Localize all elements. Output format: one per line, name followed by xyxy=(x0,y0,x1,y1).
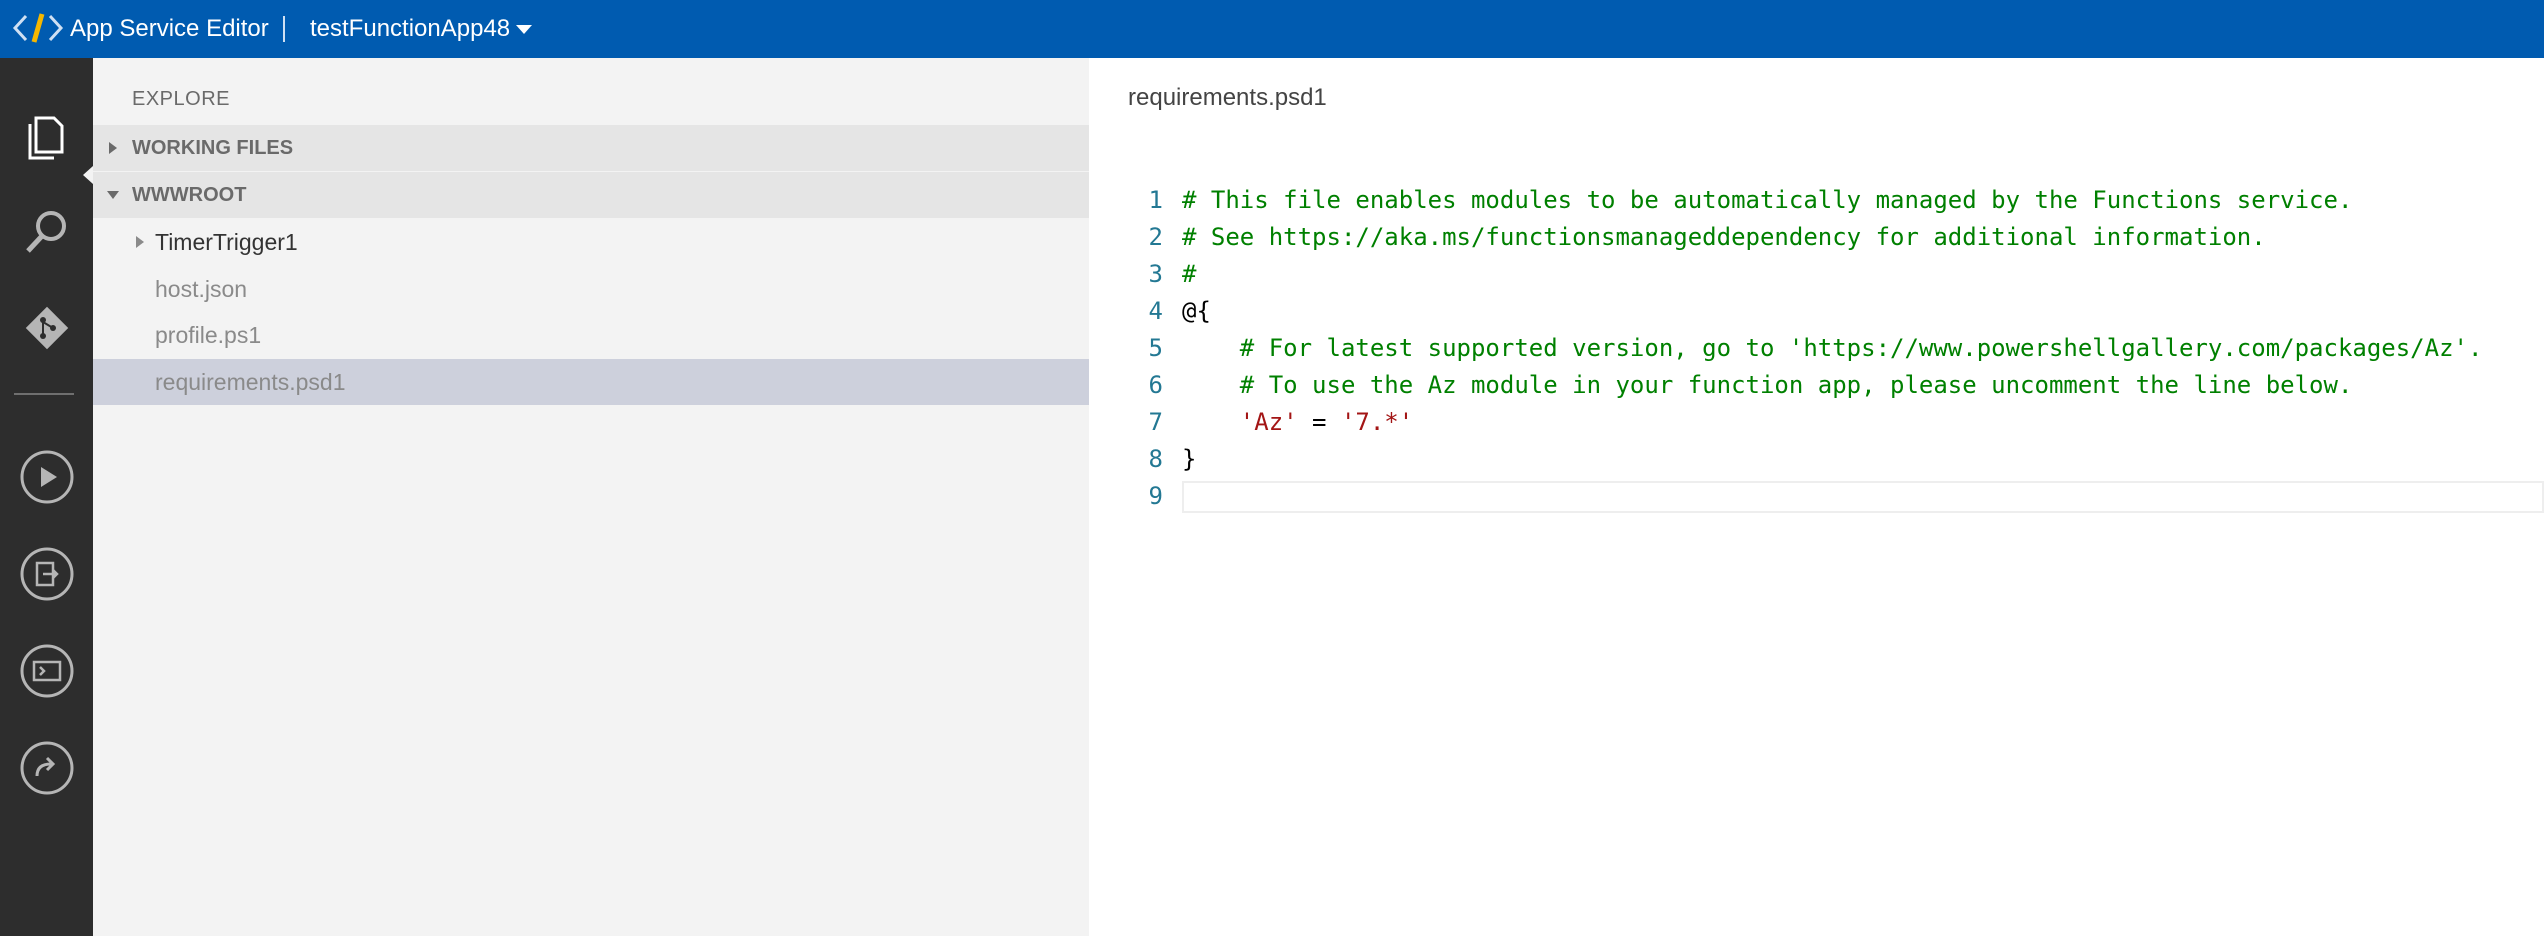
code-operator: = xyxy=(1297,408,1341,436)
line-number: 9 xyxy=(1148,482,1163,510)
working-files-header[interactable]: WORKING FILES xyxy=(93,125,1089,171)
string-literal: 'Az' xyxy=(1239,408,1298,436)
tree-item-label: host.json xyxy=(155,276,248,302)
code-editor[interactable]: requirements.psd1 1 # This file enables … xyxy=(1089,58,2544,936)
app-title: App Service Editor xyxy=(70,15,269,42)
code-line[interactable]: 4 @{ xyxy=(1089,295,2544,332)
activity-bar xyxy=(0,58,93,936)
code-line[interactable]: 5 # For latest supported version, go to … xyxy=(1089,332,2544,369)
console-button[interactable] xyxy=(0,633,93,709)
wwwroot-header[interactable]: WWWROOT xyxy=(93,172,1089,218)
tree-item-requirements-psd1[interactable]: requirements.psd1 xyxy=(93,359,1089,405)
files-icon xyxy=(28,116,63,160)
active-view-indicator xyxy=(83,166,93,184)
code-line[interactable]: 6 # To use the Az module in your functio… xyxy=(1089,369,2544,406)
line-number: 5 xyxy=(1148,334,1163,362)
code-text: @{ xyxy=(1182,297,1211,325)
line-number: 6 xyxy=(1148,371,1163,399)
editor-file-title: requirements.psd1 xyxy=(1128,84,1327,111)
tree-item-label: requirements.psd1 xyxy=(155,369,346,395)
code-text: # This file enables modules to be automa… xyxy=(1182,186,2353,214)
console-icon xyxy=(20,644,73,698)
code-line[interactable]: 2 # See https://aka.ms/functionsmanagedd… xyxy=(1089,221,2544,258)
code-text: 'Az' = '7.*' xyxy=(1182,404,1413,441)
tree-item-host-json[interactable]: host.json xyxy=(93,266,1089,312)
code-line[interactable]: 7 'Az' = '7.*' xyxy=(1089,406,2544,443)
chevron-right-icon xyxy=(109,142,117,154)
code-line[interactable]: 8 } xyxy=(1089,443,2544,480)
tree-item-label: TimerTrigger1 xyxy=(155,229,298,255)
code-text: # For latest supported version, go to 'h… xyxy=(1182,334,2483,362)
site-selector[interactable]: testFunctionApp48 xyxy=(310,0,510,58)
code-text: # See https://aka.ms/functionsmanageddep… xyxy=(1182,223,2266,251)
string-literal: '7.*' xyxy=(1340,408,1414,436)
output-icon xyxy=(20,547,73,601)
line-number: 1 xyxy=(1148,186,1163,214)
chevron-down-icon[interactable] xyxy=(516,25,532,34)
git-icon xyxy=(25,306,68,350)
run-icon xyxy=(20,450,73,504)
git-button[interactable] xyxy=(0,290,93,366)
code-line[interactable]: 3 # xyxy=(1089,258,2544,295)
line-number: 3 xyxy=(1148,260,1163,288)
line-number: 8 xyxy=(1148,445,1163,473)
code-text: } xyxy=(1182,445,1197,473)
line-number: 4 xyxy=(1148,297,1163,325)
chevron-right-icon xyxy=(136,236,144,248)
code-line-current[interactable]: 9 xyxy=(1089,480,2544,517)
open-site-icon xyxy=(20,741,73,795)
wwwroot-label: WWWROOT xyxy=(132,184,247,206)
working-files-label: WORKING FILES xyxy=(132,137,294,159)
title-bar: App Service Editor testFunctionApp48 xyxy=(0,0,2544,58)
tree-item-profile-ps1[interactable]: profile.ps1 xyxy=(93,312,1089,358)
line-number: 2 xyxy=(1148,223,1163,251)
tree-item-timertrigger1[interactable]: TimerTrigger1 xyxy=(93,219,1089,265)
tree-item-label: profile.ps1 xyxy=(155,322,262,348)
run-button[interactable] xyxy=(0,439,93,515)
title-separator xyxy=(283,16,285,42)
chevron-down-icon xyxy=(107,191,119,199)
code-text: # xyxy=(1182,260,1197,288)
open-site-button[interactable] xyxy=(0,730,93,806)
code-text: # To use the Az module in your function … xyxy=(1182,371,2353,399)
line-number: 7 xyxy=(1148,408,1163,436)
current-line-highlight xyxy=(1182,481,2544,513)
explorer-title: EXPLORE xyxy=(132,88,230,110)
activity-separator xyxy=(14,393,74,395)
output-button[interactable] xyxy=(0,536,93,612)
explorer-panel: EXPLORE WORKING FILES WWWROOT TimerTrigg… xyxy=(93,58,1089,936)
search-button[interactable] xyxy=(0,194,93,270)
search-icon xyxy=(25,211,66,253)
explore-button[interactable] xyxy=(0,98,93,174)
app-service-editor-logo-icon xyxy=(12,13,64,43)
code-line[interactable]: 1 # This file enables modules to be auto… xyxy=(1089,184,2544,221)
